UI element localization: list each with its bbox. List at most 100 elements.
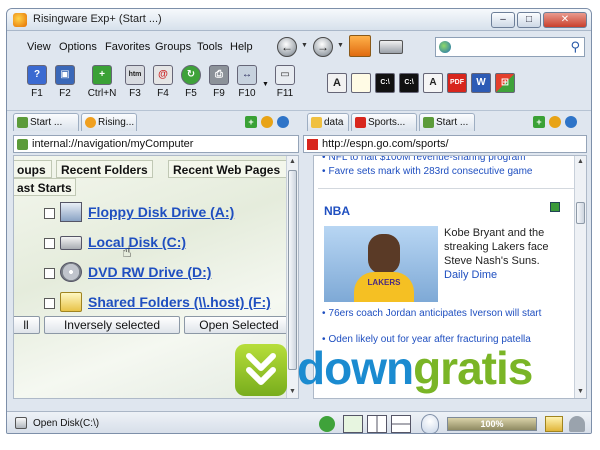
drive-checkbox[interactable] [44,268,55,279]
scroll-down-icon[interactable]: ▼ [575,386,586,398]
text-icon[interactable]: A [423,73,443,93]
fullscreen-button[interactable]: ▭ F11 [273,65,297,107]
left-tab-bar: Start ... Rising... + [7,111,299,133]
history-icon[interactable] [549,116,561,128]
menu-bar: View Options Favorites Groups Tools Help [7,31,269,61]
folder-icon[interactable] [545,416,563,432]
email-button[interactable]: @ F4 [151,65,175,107]
download-arrow-icon [235,344,287,396]
forward-dropdown-icon[interactable]: ▼ [337,42,344,49]
tab-sports[interactable]: Sports... [351,113,417,131]
story-caption: Kobe Bryant and the streaking Lakers fac… [444,226,574,282]
new-tab-icon[interactable]: + [245,116,257,128]
scroll-thumb[interactable] [576,202,585,224]
headline-item[interactable]: • NFL to halt $100M revenue-sharing progr… [322,156,572,163]
minimize-button[interactable]: – [491,12,515,28]
fit-dropdown-icon[interactable]: ▼ [262,81,269,88]
clock-icon[interactable] [277,116,289,128]
menu-favorites[interactable]: Favorites [105,41,150,53]
menu-view[interactable]: View [27,41,51,53]
daily-dime-link[interactable]: Daily Dime [444,268,574,282]
hard-disk-icon [60,236,82,250]
help-button[interactable]: ? F1 [25,65,49,107]
inversely-selected-button[interactable]: Inversely selected [44,316,180,334]
section-heading-nba[interactable]: NBA [324,204,350,218]
headline-item[interactable]: • 76ers coach Jordan anticipates Iverson … [322,308,572,319]
headline-item[interactable]: • Favre sets mark with 283rd consecutive … [322,166,572,177]
subtab-recent-folders[interactable]: Recent Folders [56,160,153,178]
drive-checkbox[interactable] [44,238,55,249]
notepad-icon[interactable] [351,73,371,93]
scroll-up-icon[interactable]: ▲ [287,156,298,168]
tab-rising[interactable]: Rising... [81,113,137,131]
navigation-bar: ← ▼ → ▼ ⚲ [269,31,591,61]
player-photo[interactable]: LAKERS [324,226,438,302]
search-input[interactable]: ⚲ [435,37,585,57]
fit-icon: ↔ [237,65,257,85]
pdf-icon[interactable]: PDF [447,73,467,93]
drive-icon[interactable] [379,40,403,54]
back-button[interactable]: ← [277,37,297,57]
scroll-up-icon[interactable]: ▲ [575,156,586,168]
expand-icon[interactable] [550,202,560,212]
email-icon: @ [153,65,173,85]
new-tab-icon[interactable]: + [533,116,545,128]
sync-icon[interactable] [319,416,335,432]
back-dropdown-icon[interactable]: ▼ [301,42,308,49]
divider [318,188,574,189]
drive-shared-folders[interactable]: Shared Folders (\\.host) (F:) [44,292,294,314]
menu-options[interactable]: Options [59,41,97,53]
lightbulb-icon[interactable] [421,414,439,433]
floppy-icon [60,202,82,222]
user-icon[interactable] [569,416,585,432]
drive-checkbox[interactable] [44,208,55,219]
home-icon[interactable] [349,35,371,57]
font-icon[interactable]: A [327,73,347,93]
subtab-recent-web-pages[interactable]: Recent Web Pages [168,160,298,178]
cmd-admin-icon[interactable]: C:\ [399,73,419,93]
split-horizontal-icon[interactable] [391,415,411,433]
html-button[interactable]: htm F3 [123,65,147,107]
layout-add-icon[interactable] [343,415,363,433]
fullscreen-icon: ▭ [275,65,295,85]
save-button[interactable]: ▣ F2 [53,65,77,107]
clock-icon[interactable] [565,116,577,128]
left-address-bar[interactable]: internal://navigation/myComputer [13,135,299,153]
menu-groups[interactable]: Groups [155,41,191,53]
search-icon[interactable]: ⚲ [570,39,580,55]
close-button[interactable]: ✕ [543,12,587,28]
print-icon: ⎙ [209,65,229,85]
drive-dvd[interactable]: DVD RW Drive (D:) [44,262,284,284]
status-text: Open Disk(C:\) [33,418,100,429]
refresh-button[interactable]: ↻ F5 [179,65,203,107]
new-icon: + [92,65,112,85]
word-icon[interactable]: W [471,73,491,93]
fit-button[interactable]: ↔ F10 [235,65,259,107]
tab-start[interactable]: Start ... [13,113,79,131]
menu-tools[interactable]: Tools [197,41,223,53]
cmd-icon[interactable]: C:\ [375,73,395,93]
tab-start-right[interactable]: Start ... [419,113,475,131]
windows-icon[interactable]: ⊞ [495,73,515,93]
subtab-last-starts[interactable]: ast Starts [14,178,76,196]
folder-icon [311,117,322,128]
forward-button[interactable]: → [313,37,333,57]
maximize-button[interactable]: □ [517,12,541,28]
drive-checkbox[interactable] [44,298,55,309]
drive-floppy[interactable]: Floppy Disk Drive (A:) [44,202,284,224]
print-button[interactable]: ⎙ F9 [207,65,231,107]
subtab-groups[interactable]: oups [14,160,52,178]
scroll-thumb[interactable] [288,170,297,370]
menu-help[interactable]: Help [230,41,253,53]
drive-local-disk[interactable]: Local Disk (C:) ☝ [44,232,284,261]
select-all-button[interactable]: ll [14,316,40,334]
right-vertical-scrollbar[interactable]: ▲ ▼ [574,156,586,398]
help-icon: ? [27,65,47,85]
right-address-bar[interactable]: http://espn.go.com/sports/ [303,135,587,153]
open-selected-button[interactable]: Open Selected [184,316,294,334]
tab-data[interactable]: data [307,113,349,131]
history-icon[interactable] [261,116,273,128]
new-tab-button[interactable]: + Ctrl+N [85,65,119,107]
player-head [368,234,400,274]
split-view-icon[interactable] [367,415,387,433]
